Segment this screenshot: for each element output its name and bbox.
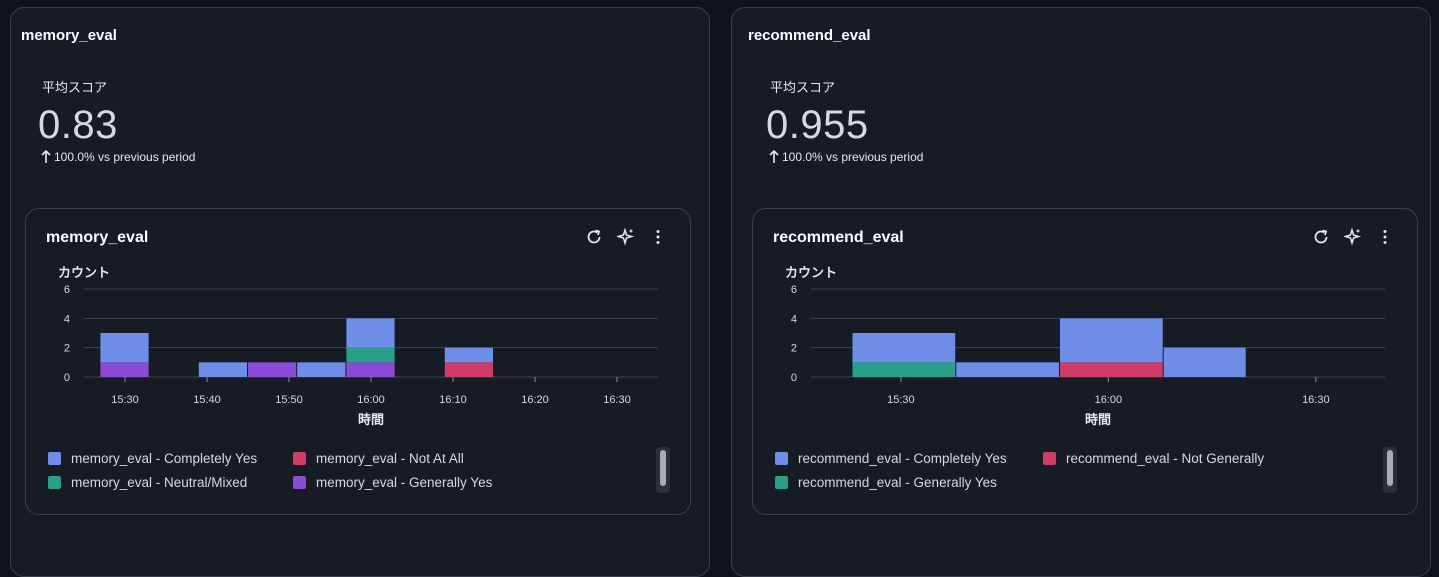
legend-label: recommend_eval - Generally Yes (798, 475, 997, 490)
arrow-up-icon (41, 150, 51, 163)
legend-label: recommend_eval - Completely Yes (798, 451, 1007, 466)
legend-swatch (293, 476, 306, 489)
bar-segment (346, 318, 395, 348)
bar-segment (1059, 318, 1163, 363)
legend-label: memory_eval - Generally Yes (316, 475, 493, 490)
bar-segment (100, 362, 149, 377)
chart-legend: memory_eval - Completely Yes memory_eval … (48, 449, 658, 505)
bar-segment (444, 347, 493, 363)
y-tick-label: 0 (64, 372, 70, 384)
legend-item[interactable]: memory_eval - Neutral/Mixed (48, 475, 247, 490)
metric-value: 0.83 (38, 103, 118, 147)
metric-label: 平均スコア (42, 80, 108, 95)
x-tick-label: 16:00 (357, 394, 385, 406)
x-axis-label: 時間 (358, 412, 384, 427)
scrollbar-thumb[interactable] (1387, 450, 1393, 486)
y-tick-label: 4 (64, 313, 70, 325)
bar-segment (297, 362, 346, 377)
bar-segment (956, 362, 1059, 377)
y-tick-label: 2 (791, 343, 797, 355)
histogram-chart: カウント 0 2 4 6 15:30 16:00 16:30 時間 (785, 265, 1385, 427)
y-tick-label: 4 (791, 313, 797, 325)
legend-item[interactable]: recommend_eval - Generally Yes (775, 475, 997, 490)
legend-swatch (775, 452, 788, 465)
y-tick-label: 2 (64, 343, 70, 355)
histogram-chart: カウント 0 2 4 6 15:30 15:40 15:50 16:00 16:10 16:20 16… (58, 265, 658, 427)
chart-widget: recommend_eval カウント 0 2 4 6 15:30 16:00 … (752, 208, 1418, 515)
legend-item[interactable]: recommend_eval - Completely Yes (775, 451, 1007, 466)
x-tick-label: 15:30 (887, 394, 915, 406)
y-tick-label: 0 (791, 372, 797, 384)
bar-segment (852, 362, 956, 377)
x-tick-label: 16:30 (1302, 394, 1330, 406)
x-axis-label: 時間 (1085, 412, 1111, 427)
legend-label: recommend_eval - Not Generally (1066, 451, 1265, 466)
legend-swatch (48, 476, 61, 489)
legend-swatch (1043, 452, 1056, 465)
legend-item[interactable]: memory_eval - Not At All (293, 451, 464, 466)
legend-swatch (293, 452, 306, 465)
x-tick-label: 15:40 (193, 394, 221, 406)
chart-widget: memory_eval カウント 0 2 4 6 15:30 15:40 15:… (25, 208, 691, 515)
metric-value: 0.955 (766, 103, 869, 147)
x-tick-label: 15:30 (111, 394, 139, 406)
scrollbar-thumb[interactable] (660, 450, 666, 486)
panel-title: memory_eval (21, 27, 117, 44)
x-tick-label: 16:00 (1095, 394, 1123, 406)
legend-label: memory_eval - Completely Yes (71, 451, 258, 466)
bar-segment (248, 362, 297, 377)
legend-item[interactable]: memory_eval - Generally Yes (293, 475, 492, 490)
bar-segment (444, 362, 493, 377)
metric-change-text: 100.0% vs previous period (782, 150, 924, 164)
metric-label: 平均スコア (770, 80, 836, 95)
metric-change: 100.0% vs previous period (41, 150, 195, 164)
x-tick-label: 16:20 (521, 394, 549, 406)
bar-segment (852, 333, 956, 363)
chart-legend: recommend_eval - Completely Yes recommend… (775, 449, 1385, 505)
legend-item[interactable]: memory_eval - Completely Yes (48, 451, 257, 466)
legend-label: memory_eval - Not At All (316, 451, 464, 466)
dashboard-panel: memory_eval 平均スコア 0.83 100.0% vs previou… (10, 7, 710, 577)
y-axis-label: カウント (58, 265, 110, 280)
bar-segment (346, 347, 395, 363)
legend-scrollbar[interactable] (656, 447, 670, 493)
legend-swatch (775, 476, 788, 489)
bar-segment (1059, 362, 1163, 377)
x-tick-label: 15:50 (275, 394, 303, 406)
y-axis-label: カウント (785, 265, 837, 280)
legend-item[interactable]: recommend_eval - Not Generally (1043, 451, 1264, 466)
bar-segment (198, 362, 247, 377)
bar-segment (100, 333, 149, 363)
metric-change-text: 100.0% vs previous period (54, 150, 196, 164)
bar-segment (346, 362, 395, 377)
bar-segment (1163, 347, 1246, 377)
x-tick-label: 16:10 (439, 394, 467, 406)
legend-swatch (48, 452, 61, 465)
y-tick-label: 6 (791, 284, 797, 296)
panel-title: recommend_eval (748, 27, 871, 44)
metric-change: 100.0% vs previous period (769, 150, 923, 164)
legend-scrollbar[interactable] (1383, 447, 1397, 493)
arrow-up-icon (769, 150, 779, 163)
x-tick-label: 16:30 (603, 394, 631, 406)
legend-label: memory_eval - Neutral/Mixed (71, 475, 248, 490)
dashboard-panel: recommend_eval 平均スコア 0.955 100.0% vs pre… (731, 7, 1431, 577)
y-tick-label: 6 (64, 284, 70, 296)
